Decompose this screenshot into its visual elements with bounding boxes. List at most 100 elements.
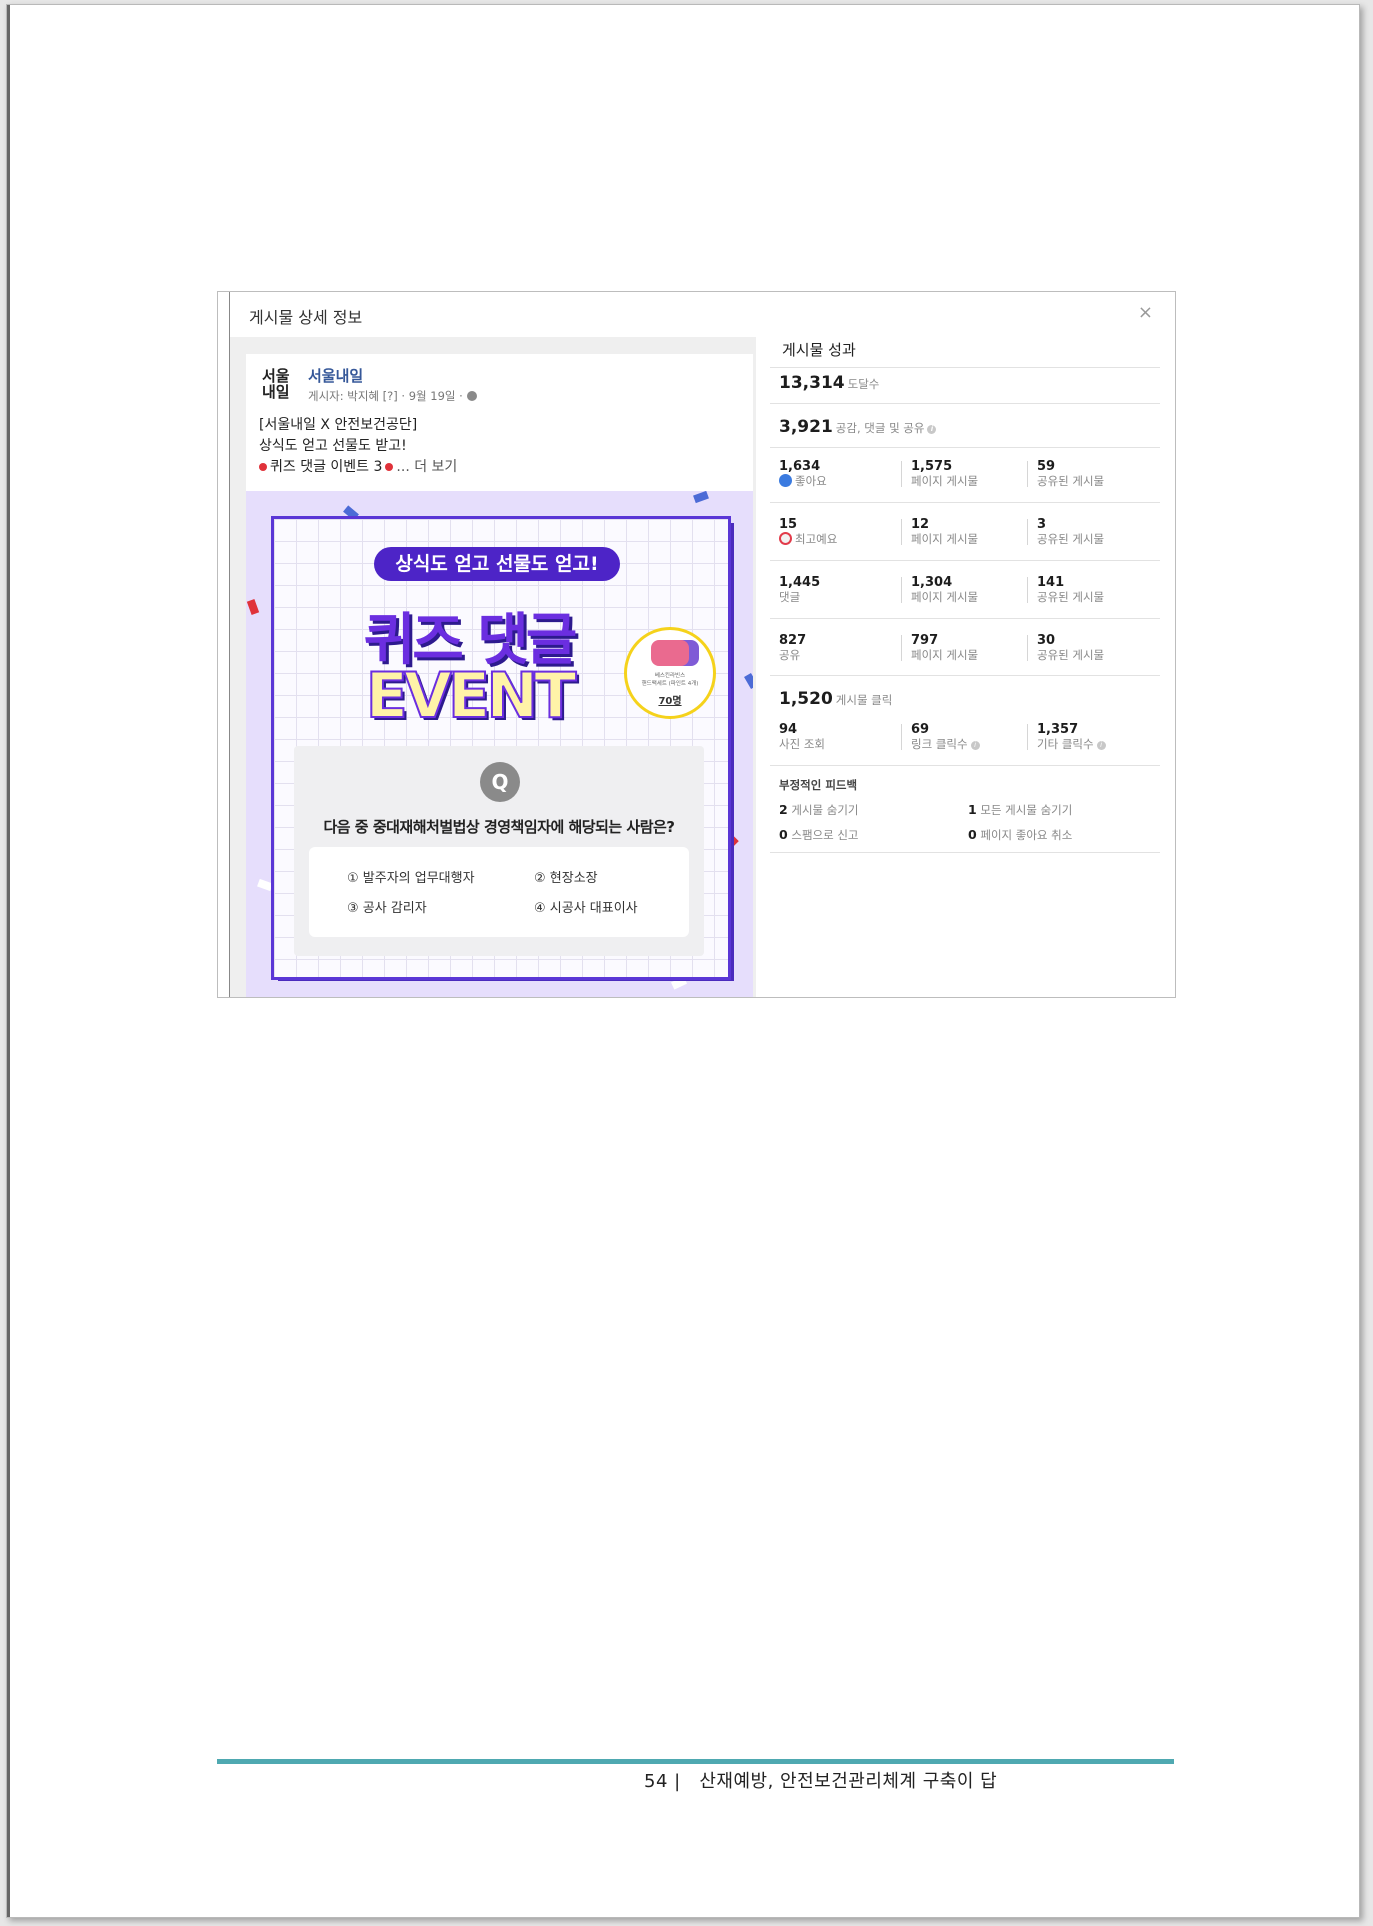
likes-page-label: 페이지 게시물 [911,474,979,488]
footer-rule [217,1759,1174,1764]
love-label: 최고예요 [779,532,899,547]
globe-icon [466,391,477,401]
love-shared-value: 3 [1037,517,1047,532]
comments-shared-posts: 141 공유된 게시물 [1037,575,1157,605]
photo-views: 94 사진 조회 [779,722,899,752]
negative-label: 게시물 숨기기 [791,803,859,817]
link-clicks-label: 링크 클릭수 i [911,737,1031,752]
clicks-value: 1,520 [779,689,833,709]
post-meta-text: 게시자: 박지혜 [?] · 9월 19일 · [308,389,463,403]
engagement-stat: 3,921 공감, 댓글 및 공유 i [779,417,937,437]
info-icon[interactable]: i [970,741,980,750]
comments-page-label: 페이지 게시물 [911,590,979,604]
love-page-value: 12 [911,517,930,532]
close-icon[interactable]: × [1138,302,1153,323]
event-frame: 상식도 얻고 선물도 얻고! 퀴즈 댓글 EVENT 베스킨라빈스 핸드팩세트 … [271,516,731,980]
post-header: 서울 내일 서울내일 게시자: 박지혜 [?] · 9월 19일 · [서울내일… [246,354,753,491]
photo-views-value: 94 [779,722,798,737]
dialog-title: 게시물 상세 정보 [249,308,363,327]
love-label-text: 최고예요 [795,532,838,546]
negative-unlike-page: 0 페이지 좋아요 취소 [968,827,1072,843]
quiz-answer: ④ 시공사 대표이사 [534,901,638,916]
column-divider [1027,724,1028,750]
prize-bubble: 베스킨라빈스 핸드팩세트 (파인트 4개) 70명 [624,627,716,719]
post-details-dialog: 게시물 상세 정보 × 서울 내일 서울내일 게시자: 박지혜 [?] · 9월… [217,291,1176,998]
engagement-label: 공감, 댓글 및 공유 [835,421,925,435]
quiz-answer: ① 발주자의 업무대행자 [347,871,475,886]
page-name-link[interactable]: 서울내일 [308,365,363,386]
love-icon [779,532,792,545]
divider [770,675,1160,676]
post-preview-area: 서울 내일 서울내일 게시자: 박지혜 [?] · 9월 19일 · [서울내일… [230,337,756,997]
photo-views-label: 사진 조회 [779,737,825,751]
column-divider [1027,635,1028,661]
page-logo: 서울 내일 [262,368,298,400]
comments-page-posts: 1,304 페이지 게시물 [911,575,1031,605]
prize-caption: 베스킨라빈스 핸드팩세트 (파인트 4개) [641,673,699,687]
document-page: 게시물 상세 정보 × 서울 내일 서울내일 게시자: 박지혜 [?] · 9월… [6,4,1360,1918]
likes-shared-posts: 59 공유된 게시물 [1037,459,1157,489]
other-clicks-label-text: 기타 클릭수 [1037,737,1094,751]
page-logo-text: 서울 내일 [262,367,290,401]
likes-total-value: 1,634 [779,459,821,474]
gift-icon [651,640,689,666]
confetti-decoration [246,599,260,615]
post-text-line: [서울내일 X 안전보건공단] [259,417,418,433]
column-divider [1027,577,1028,603]
shares-shared-label: 공유된 게시물 [1037,648,1105,662]
info-icon[interactable]: i [927,425,937,434]
link-clicks-value: 69 [911,722,930,737]
quiz-question: 다음 중 중대재해처벌법상 경영책임자에 해당되는 사람은? [323,818,675,836]
confetti-decoration [693,491,709,504]
pushpin-icon [259,463,267,471]
negative-value: 2 [779,802,788,817]
quiz-box: Q 다음 중 중대재해처벌법상 경영책임자에 해당되는 사람은? ① 발주자의 … [294,746,704,956]
see-more-link[interactable]: ... 더 보기 [396,459,457,475]
info-icon[interactable]: i [1096,741,1106,750]
column-divider [1027,461,1028,487]
likes-total: 1,634 좋아요 [779,459,899,489]
clicks-label: 게시물 클릭 [835,693,893,707]
footer-text: 54 | 산재예방, 안전보건관리체계 구축이 답 [644,1771,998,1792]
love-shared-label: 공유된 게시물 [1037,532,1105,546]
comments-total: 1,445 댓글 [779,575,899,605]
divider [770,403,1160,404]
quiz-answer: ③ 공사 감리자 [347,901,427,916]
shares-page-value: 797 [911,633,939,648]
question-mark-icon: Q [480,762,520,802]
negative-label: 스팸으로 신고 [791,828,859,842]
clicks-stat: 1,520 게시물 클릭 [779,689,892,709]
performance-title: 게시물 성과 [782,341,856,359]
link-clicks-label-text: 링크 클릭수 [911,737,968,751]
negative-label: 페이지 좋아요 취소 [980,828,1073,842]
love-total: 15 최고예요 [779,517,899,547]
negative-value: 0 [968,827,977,842]
post-text: [서울내일 X 안전보건공단] 상식도 얻고 선물도 받고! 퀴즈 댓글 이벤트… [259,415,457,478]
love-total-value: 15 [779,517,798,532]
likes-shared-label: 공유된 게시물 [1037,474,1105,488]
shares-shared-value: 30 [1037,633,1056,648]
column-divider [1027,519,1028,545]
divider [770,502,1160,503]
comments-page-value: 1,304 [911,575,953,590]
shares-page-posts: 797 페이지 게시물 [911,633,1031,663]
shares-shared-posts: 30 공유된 게시물 [1037,633,1157,663]
post-text-line: 퀴즈 댓글 이벤트 3 ... 더 보기 [259,457,457,478]
like-icon [779,474,792,487]
post-image[interactable]: 상식도 얻고 선물도 얻고! 퀴즈 댓글 EVENT 베스킨라빈스 핸드팩세트 … [246,491,753,997]
reach-stat: 13,314 도달수 [779,373,879,393]
quiz-answers: ① 발주자의 업무대행자 ② 현장소장 ③ 공사 감리자 ④ 시공사 대표이사 [309,847,689,937]
love-page-label: 페이지 게시물 [911,532,979,546]
likes-page-value: 1,575 [911,459,953,474]
post-card: 서울 내일 서울내일 게시자: 박지혜 [?] · 9월 19일 · [서울내일… [246,354,753,997]
other-clicks-label: 기타 클릭수 i [1037,737,1157,752]
divider [770,765,1160,766]
comments-shared-label: 공유된 게시물 [1037,590,1105,604]
shares-page-label: 페이지 게시물 [911,648,979,662]
negative-label: 모든 게시물 숨기기 [980,803,1073,817]
shares-total-value: 827 [779,633,807,648]
divider [770,852,1160,853]
comments-total-value: 1,445 [779,575,821,590]
pushpin-icon [385,463,394,471]
column-divider [901,519,902,545]
